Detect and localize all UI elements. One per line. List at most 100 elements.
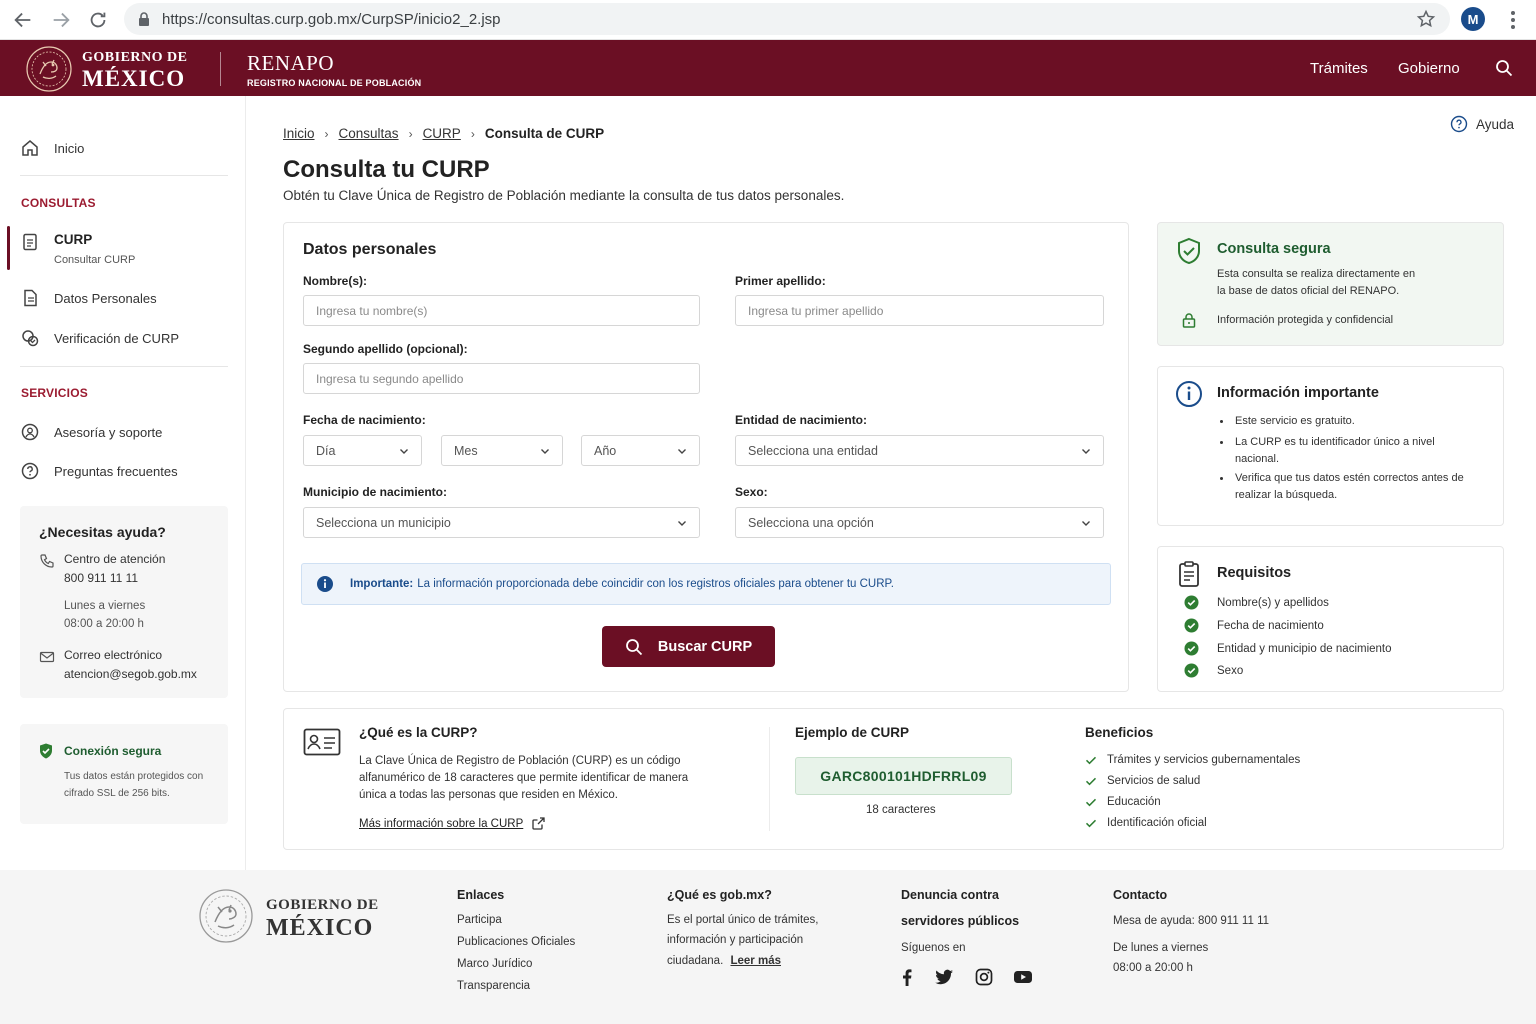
mes-select[interactable]: Mes [441,435,563,466]
more-info-link[interactable]: Más información sobre la CURP [359,817,545,830]
help-email-label: Correo electrónico [64,648,163,662]
important-info-card: Información importante Este servicio es … [1157,366,1504,526]
breadcrumb-consultas[interactable]: Consultas [339,126,399,141]
breadcrumb-inicio[interactable]: Inicio [283,126,315,141]
footer-link-participa[interactable]: Participa [457,914,502,926]
footer: GOBIERNO DE MÉXICO Enlaces Participa Pub… [0,870,1536,1024]
facebook-icon[interactable] [897,967,917,987]
nombre-input[interactable] [316,303,699,318]
check-circle-icon [1184,618,1199,633]
bullet-text: Este servicio es gratuito. [1235,415,1355,427]
back-arrow-icon[interactable] [12,9,34,31]
nav-gobierno[interactable]: Gobierno [1398,60,1460,77]
help-days: Lunes a viernes [64,600,146,612]
address-bar[interactable]: https://consultas.curp.gob.mx/CurpSP/ini… [124,3,1450,35]
info-bullet-2: La CURP es tu identificador único a nive… [1220,434,1470,468]
help-link-label: Ayuda [1476,116,1515,132]
seal-icon[interactable] [26,46,72,92]
active-indicator [7,226,10,270]
breadcrumb: Inicio › Consultas › CURP › Consulta de … [283,126,604,141]
help-card: ¿Necesitas ayuda? Centro de atención 800… [20,506,228,698]
sidebar-item-asesoria[interactable]: Asesoría y soporte [20,422,162,442]
bookmark-star-icon[interactable] [1416,9,1436,29]
gob-logo-text[interactable]: GOBIERNO DE MÉXICO [82,51,187,91]
sidebar-item-curp[interactable]: CURP Consultar CURP [20,232,135,266]
apellido1-input[interactable] [748,303,1103,318]
footer-denuncia-2[interactable]: servidores públicos [901,914,1019,928]
info-circle-icon [1176,381,1202,407]
forward-arrow-icon[interactable] [50,9,72,31]
help-phone[interactable]: 800 911 11 11 [64,569,138,587]
notice-text: La información proporcionada debe coinci… [417,578,894,590]
secure-query-card: Consulta segura Esta consulta se realiza… [1157,222,1504,346]
nav-tramites[interactable]: Trámites [1310,60,1368,77]
section-divider [769,727,770,831]
renapo-logo[interactable]: RENAPO REGISTRO NACIONAL DE POBLACIÓN [247,53,421,89]
instagram-icon[interactable] [974,967,994,987]
entidad-select[interactable]: Selecciona una entidad [735,435,1104,466]
apellido1-field[interactable] [735,295,1104,326]
footer-mesa: Mesa de ayuda: 800 911 11 11 [1113,915,1270,927]
footer-que-2: información y participación [667,934,804,946]
municipio-label: Municipio de nacimiento: [303,485,448,499]
anio-select[interactable]: Año [581,435,700,466]
apellido2-input[interactable] [316,371,699,386]
sexo-select[interactable]: Selecciona una opción [735,507,1104,538]
important-notice: Importante: La información proporcionada… [301,563,1111,605]
requirement-text: Nombre(s) y apellidos [1217,596,1329,609]
sidebar-item-label: CURP [54,232,93,247]
external-link-icon [532,817,545,830]
personal-data-form: Datos personales Nombre(s): Primer apell… [283,222,1129,692]
sidebar-item-inicio[interactable]: Inicio [20,138,84,158]
sexo-value: Selecciona una opción [748,515,874,530]
entidad-label: Entidad de nacimiento: [735,413,868,427]
url-text: https://consultas.curp.gob.mx/CurpSP/ini… [162,10,501,28]
help-circle-icon [1450,115,1468,133]
footer-dias: De lunes a viernes [1113,942,1209,954]
youtube-icon[interactable] [1013,967,1033,987]
sidebar-item-preguntas[interactable]: Preguntas frecuentes [20,461,178,481]
profile-avatar[interactable]: M [1461,7,1485,31]
file-icon [24,289,37,307]
check-circle-icon [1184,663,1199,678]
footer-siguenos: Síguenos en [901,942,966,954]
footer-denuncia-1[interactable]: Denuncia contra [901,888,999,902]
clipboard-icon [1179,561,1199,587]
twitter-icon[interactable] [934,967,954,987]
help-link[interactable]: Ayuda [1450,115,1514,133]
footer-link-marco[interactable]: Marco Jurídico [457,958,532,970]
municipio-select[interactable]: Selecciona un municipio [303,507,700,538]
breadcrumb-curp[interactable]: CURP [423,126,461,141]
search-icon[interactable] [1495,59,1513,77]
benefit-item: Educación [1085,796,1161,808]
help-email[interactable]: atencion@segob.gob.mx [64,665,197,683]
card-title: Consulta segura [1217,241,1331,257]
card-text-2: la base de datos oficial del RENAPO. [1217,285,1400,297]
dia-select[interactable]: Día [303,435,422,466]
requirements-card: Requisitos Nombre(s) y apellidos Fecha d… [1157,546,1504,692]
footer-leer-mas-link[interactable]: Leer más [730,955,781,967]
card-text-1: Esta consulta se realiza directamente en [1217,268,1416,280]
municipio-value: Selecciona un municipio [316,515,451,530]
sidebar-item-verificacion[interactable]: Verificación de CURP [20,328,179,348]
footer-que-1: Es el portal único de trámites, [667,914,819,926]
footer-link-publicaciones[interactable]: Publicaciones Oficiales [457,936,575,948]
what-text-2: alfanumérico de 18 caracteres que permit… [359,772,689,784]
check-icon [1085,798,1097,807]
sidebar-item-datos[interactable]: Datos Personales [20,288,157,308]
footer-link-transparencia[interactable]: Transparencia [457,980,530,992]
browser-menu-icon[interactable] [1504,9,1522,31]
seal-icon[interactable] [198,888,254,944]
buscar-curp-button[interactable]: Buscar CURP [602,626,775,667]
shield-check-icon [1178,237,1200,265]
benefit-item: Identificación oficial [1085,817,1207,829]
reload-icon[interactable] [87,9,109,31]
footer-gob-logo[interactable]: GOBIERNO DE MÉXICO [266,898,379,941]
sidebar-item-sublabel: Consultar CURP [54,254,136,266]
what-is-curp-title: ¿Qué es la CURP? [359,725,478,740]
nombre-field[interactable] [303,295,700,326]
benefits-title: Beneficios [1085,725,1154,740]
chevron-right-icon: › [408,126,413,141]
sexo-label: Sexo: [735,485,768,499]
apellido2-field[interactable] [303,363,700,394]
